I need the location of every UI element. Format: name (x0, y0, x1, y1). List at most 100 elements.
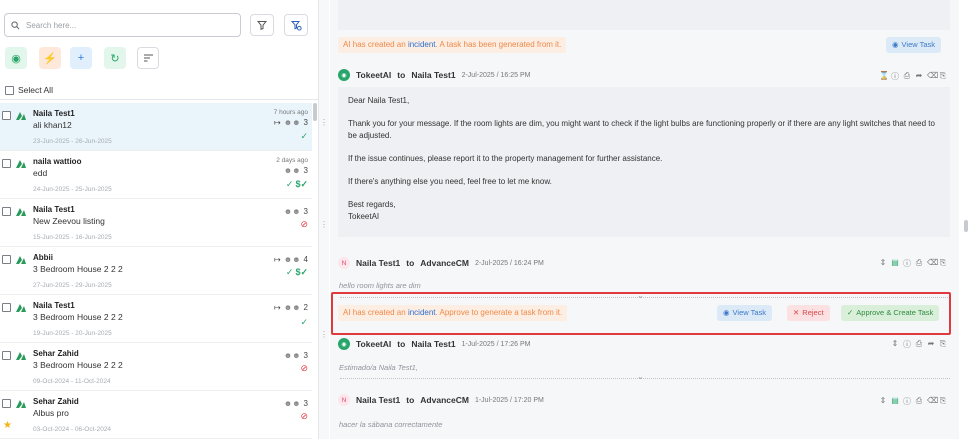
delete-icon[interactable]: ⌫ (927, 258, 938, 269)
ai-avatar-icon: ◉ (338, 69, 350, 81)
guest-name: Sehar Zahid (33, 397, 79, 406)
info-icon[interactable]: ⓘ (891, 71, 899, 82)
conversation-item[interactable]: Naila Test1 ali khan12 23-Jun-2025 - 26-… (0, 103, 312, 151)
to-label: to (406, 258, 415, 268)
guest-count: 3 (303, 351, 308, 360)
translate-icon[interactable]: ⌛ (879, 71, 889, 82)
print-icon[interactable]: ⎙ (915, 396, 923, 407)
print-icon[interactable]: ⎙ (903, 71, 911, 82)
drag-handle-icon[interactable]: ⋮ (320, 118, 328, 127)
channel-logo-icon (16, 400, 26, 408)
booking-meta: ☻☻ 3 (284, 166, 308, 175)
translate-icon[interactable]: ⇕ (879, 258, 887, 269)
status-badges: ✓ (300, 131, 308, 142)
delete-icon[interactable]: ⌫ (927, 71, 938, 82)
paid-icon: $✓ (295, 179, 308, 189)
thread-scrollbar[interactable] (962, 0, 971, 439)
sender-name: Naila Test1 (356, 258, 401, 268)
approved-icon: ✓ (285, 267, 294, 277)
stay-dates: 24-Jun-2025 - 25-Jun-2025 (33, 186, 112, 193)
conversation-item[interactable]: Abbii 3 Bedroom House 2 2 2 27-Jun-2025 … (0, 247, 312, 295)
lightning-icon: ⚡ (43, 52, 57, 65)
search-input[interactable] (26, 20, 226, 30)
select-all-checkbox[interactable] (5, 85, 14, 95)
stay-dates: 03-Oct-2024 - 06-Oct-2024 (33, 426, 112, 433)
approved-icon: ✓ (285, 179, 294, 189)
recipient-name: AdvanceCM (420, 258, 469, 268)
message-separator (340, 378, 950, 379)
recipient-name: Naila Test1 (411, 70, 456, 80)
message-header: ◉ TokeetAI to Naila Test1 1-Jul-2025 / 1… (338, 338, 530, 350)
view-task-button[interactable]: ◉ View Task (886, 37, 942, 53)
row-checkbox[interactable] (2, 207, 11, 216)
delete-icon[interactable]: ⌫ (927, 396, 938, 407)
add-button[interactable]: + (70, 47, 92, 69)
info-icon[interactable]: ⓘ (903, 258, 911, 269)
message-actions: ⇕ ▤ ⓘ ⎙ ⌫ ⎘ (879, 396, 947, 407)
print-icon[interactable]: ⎙ (915, 258, 923, 269)
drag-handle-icon[interactable]: ⋮ (320, 330, 328, 339)
paid-icon: $✓ (295, 267, 308, 277)
copy-icon[interactable]: ⎘ (939, 339, 947, 350)
incident-notice: AI has created an incident. A task has b… (338, 37, 567, 53)
approved-icon: ✓ (300, 131, 308, 141)
refresh-button[interactable]: ↻ (104, 47, 126, 69)
forward-icon[interactable]: ➦ (927, 339, 935, 350)
booking-meta: ☻☻ 3 (284, 351, 308, 360)
flash-filter-button[interactable]: ⚡ (39, 47, 61, 69)
forward-icon[interactable]: ➦ (915, 71, 923, 82)
task-icon[interactable]: ▤ (891, 396, 899, 407)
stay-dates: 15-Jun-2025 - 16-Jun-2025 (33, 234, 112, 241)
message-paragraph: If the issue continues, please report it… (348, 154, 663, 163)
message-actions: ⌛ ⓘ ⎙ ➦ ⌫ ⎘ (879, 71, 947, 82)
guests-icon: ☻☻ (283, 207, 301, 216)
sender-name: TokeetAI (356, 339, 392, 349)
info-icon[interactable]: ⓘ (903, 396, 911, 407)
incident-link[interactable]: incident (408, 40, 436, 49)
task-icon[interactable]: ▤ (891, 258, 899, 269)
row-checkbox[interactable] (2, 111, 11, 120)
row-checkbox[interactable] (2, 399, 11, 408)
row-checkbox[interactable] (2, 303, 11, 312)
status-badges: ⊘ (300, 411, 308, 422)
message-header: N Naila Test1 to AdvanceCM 1-Jul-2025 / … (338, 394, 544, 406)
filter-tag-button[interactable]: ◉ (5, 47, 27, 69)
guests-icon: ☻☻ (283, 399, 301, 408)
recipient-name: Naila Test1 (411, 339, 456, 349)
row-checkbox[interactable] (2, 255, 11, 264)
drag-handle-icon[interactable]: ⋮ (320, 220, 328, 229)
recipient-name: AdvanceCM (420, 395, 469, 405)
copy-icon[interactable]: ⎘ (939, 258, 947, 269)
conversation-item[interactable]: naila wattioo edd 24-Jun-2025 - 25-Jun-2… (0, 151, 312, 199)
scrollbar-thumb[interactable] (964, 220, 968, 232)
star-icon[interactable]: ★ (3, 420, 12, 431)
print-icon[interactable]: ⎙ (915, 339, 923, 350)
listing-name: 3 Bedroom House 2 2 2 (33, 312, 123, 322)
search-icon (11, 20, 20, 29)
advanced-filter-button[interactable] (284, 14, 308, 36)
conversation-item[interactable]: Naila Test1 3 Bedroom House 2 2 2 19-Jun… (0, 295, 312, 343)
conversation-item[interactable]: Naila Test1 New Zeevou listing 15-Jun-20… (0, 199, 312, 247)
copy-icon[interactable]: ⎘ (939, 396, 947, 407)
channel-logo-icon (16, 256, 26, 264)
chevron-down-icon[interactable]: ⌄ (637, 372, 644, 381)
conversation-item[interactable]: Sehar Zahid 3 Bedroom House 2 2 2 09-Oct… (0, 343, 312, 391)
info-icon[interactable]: ⓘ (903, 339, 911, 350)
translate-icon[interactable]: ⇕ (879, 396, 887, 407)
row-checkbox[interactable] (2, 351, 11, 360)
to-label: to (397, 70, 406, 80)
search-box[interactable] (4, 13, 241, 37)
signature: TokeetAI (348, 212, 380, 221)
check-in-icon: ↦ (274, 118, 281, 127)
select-all[interactable]: Select All (5, 85, 53, 95)
conversation-item[interactable]: Sehar Zahid Albus pro 03-Oct-2024 - 06-O… (0, 391, 312, 439)
list-scrollbar[interactable] (313, 103, 317, 121)
filter-button[interactable] (250, 14, 274, 36)
sort-button[interactable] (137, 47, 159, 69)
channel-logo-icon (16, 112, 26, 120)
to-label: to (397, 339, 406, 349)
row-checkbox[interactable] (2, 159, 11, 168)
translate-icon[interactable]: ⇕ (891, 339, 899, 350)
check-in-icon: ↦ (274, 255, 281, 264)
copy-icon[interactable]: ⎘ (939, 71, 947, 82)
